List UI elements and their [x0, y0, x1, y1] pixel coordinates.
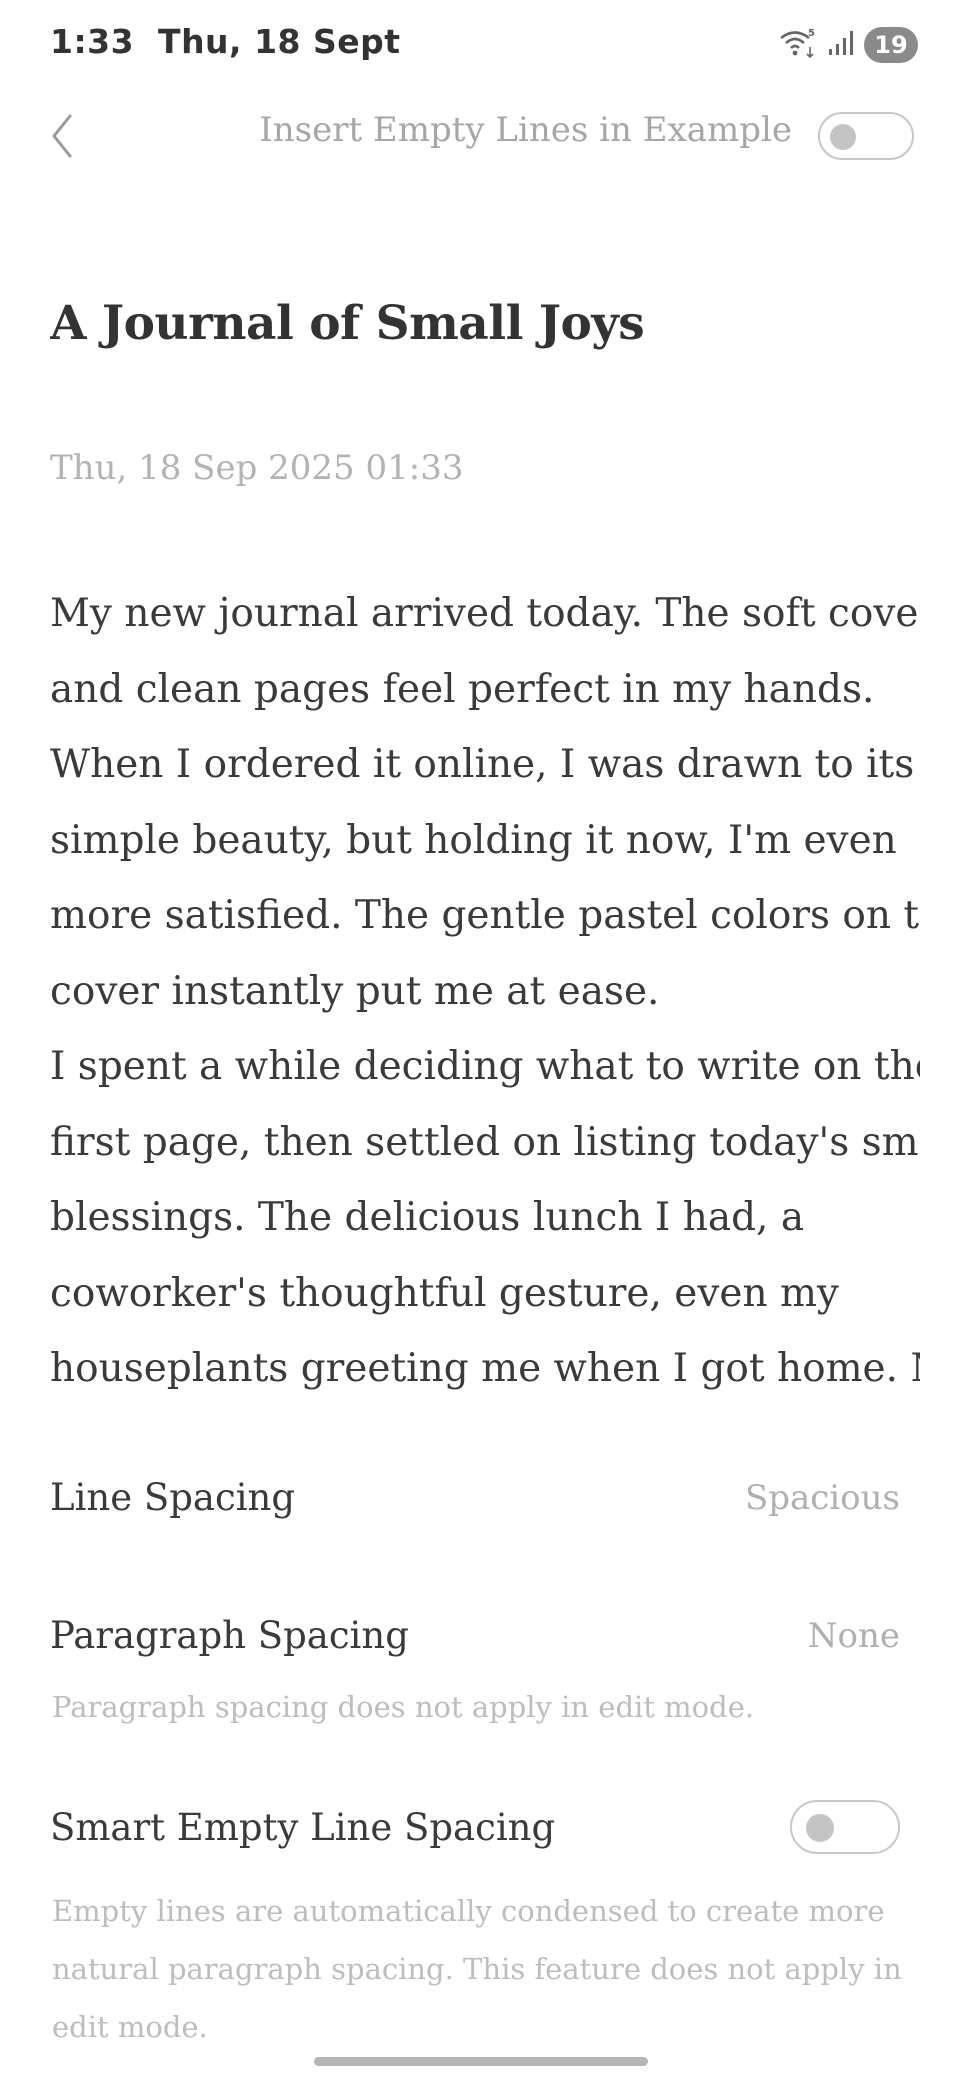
- note-line: Paragraph spacing does not apply in edit…: [52, 1690, 755, 1724]
- smart-empty-line-note: Empty lines are automatically condensed …: [52, 1882, 912, 2056]
- wifi-icon: 5: [778, 27, 818, 63]
- status-icons: 5 19: [778, 26, 918, 64]
- battery-icon: 19: [864, 27, 918, 63]
- body-line: and clean pages feel perfect in my hands…: [50, 666, 875, 712]
- body-line: coworker's thoughtful gesture, even my: [50, 1270, 839, 1316]
- body-line: simple beauty, but holding it now, I'm e…: [50, 817, 897, 863]
- insert-empty-lines-toggle[interactable]: [818, 112, 914, 160]
- journal-title: A Journal of Small Joys: [50, 296, 645, 351]
- journal-body: My new journal arrived today. The soft c…: [50, 576, 920, 1407]
- status-time-date: 1:33 Thu, 18 Sept: [50, 22, 401, 61]
- line-spacing-label: Line Spacing: [50, 1476, 296, 1519]
- paragraph-spacing-label: Paragraph Spacing: [50, 1614, 409, 1657]
- journal-preview: A Journal of Small Joys Thu, 18 Sep 2025…: [50, 296, 920, 1424]
- toggle-knob: [806, 1814, 834, 1842]
- journal-date: Thu, 18 Sep 2025 01:33: [50, 448, 464, 488]
- note-line: Empty lines are automatically condensed …: [52, 1894, 885, 1928]
- insert-empty-lines-label: Insert Empty Lines in Example: [259, 110, 792, 150]
- paragraph-spacing-note: Paragraph spacing does not apply in edit…: [52, 1678, 912, 1736]
- paragraph-spacing-value[interactable]: None: [808, 1616, 900, 1656]
- smart-empty-line-label: Smart Empty Line Spacing: [50, 1806, 556, 1849]
- line-spacing-value[interactable]: Spacious: [745, 1478, 900, 1518]
- status-bar: 1:33 Thu, 18 Sept 5 19: [0, 0, 960, 92]
- body-line: I spent a while deciding what to write o…: [50, 1044, 920, 1089]
- body-line: When I ordered it online, I was drawn to…: [50, 742, 915, 787]
- signal-icon: [828, 29, 854, 61]
- back-button[interactable]: [36, 106, 88, 166]
- home-indicator[interactable]: [314, 2057, 648, 2066]
- toggle-knob: [830, 124, 856, 150]
- body-line: first page, then settled on listing toda…: [50, 1119, 920, 1165]
- smart-empty-line-toggle[interactable]: [790, 1800, 900, 1854]
- chevron-left-icon: [52, 114, 72, 158]
- body-line: more satisfied. The gentle pastel colors…: [50, 893, 920, 938]
- body-line: houseplants greeting me when I got home.…: [50, 1346, 920, 1391]
- body-line: cover instantly put me at ease.: [50, 968, 660, 1014]
- note-line: edit mode.: [52, 2010, 208, 2044]
- note-line: natural paragraph spacing. This feature …: [52, 1952, 902, 1986]
- header: Insert Empty Lines in Example: [0, 96, 960, 176]
- body-line: My new journal arrived today. The soft c…: [50, 591, 920, 636]
- wifi-badge: 5: [808, 28, 815, 39]
- body-line: blessings. The delicious lunch I had, a: [50, 1195, 805, 1240]
